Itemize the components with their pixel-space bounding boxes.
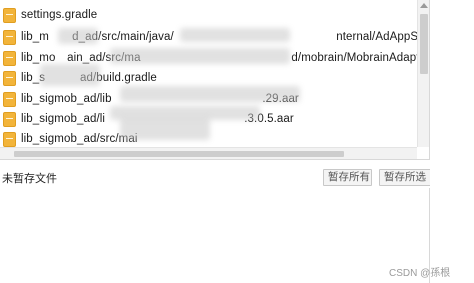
file-icon (3, 131, 16, 147)
file-icon (3, 111, 16, 127)
file-icon (3, 91, 16, 107)
file-icon (3, 50, 16, 66)
git-staging-window: settings.gradle lib_m d_ad/src/main/java… (0, 0, 474, 283)
staged-file-area[interactable] (0, 188, 430, 283)
redaction-blur (120, 86, 300, 102)
unstaged-file-list[interactable]: settings.gradle lib_m d_ad/src/main/java… (0, 0, 430, 160)
vertical-scrollbar[interactable] (417, 0, 429, 147)
redaction-blur (40, 64, 100, 86)
redaction-blur (58, 28, 98, 44)
right-gutter (430, 0, 474, 283)
file-name: settings.gradle (21, 9, 98, 21)
file-icon (3, 70, 16, 86)
redaction-blur (180, 28, 290, 42)
unstaged-files-label: 未暂存文件 (2, 173, 57, 185)
list-item[interactable]: settings.gradle (0, 4, 420, 26)
stage-selected-button[interactable]: 暂存所选 (379, 169, 431, 186)
redaction-blur (110, 48, 290, 64)
watermark: CSDN @孫根 (389, 268, 451, 279)
redaction-blur (120, 118, 210, 140)
horizontal-scrollbar[interactable] (0, 147, 417, 159)
vertical-scroll-thumb[interactable] (420, 14, 428, 74)
file-icon (3, 7, 16, 23)
file-icon (3, 29, 16, 45)
scroll-up-arrow-icon[interactable] (420, 3, 428, 8)
stage-all-button[interactable]: 暂存所有 (323, 169, 372, 186)
horizontal-scroll-thumb[interactable] (14, 151, 344, 157)
